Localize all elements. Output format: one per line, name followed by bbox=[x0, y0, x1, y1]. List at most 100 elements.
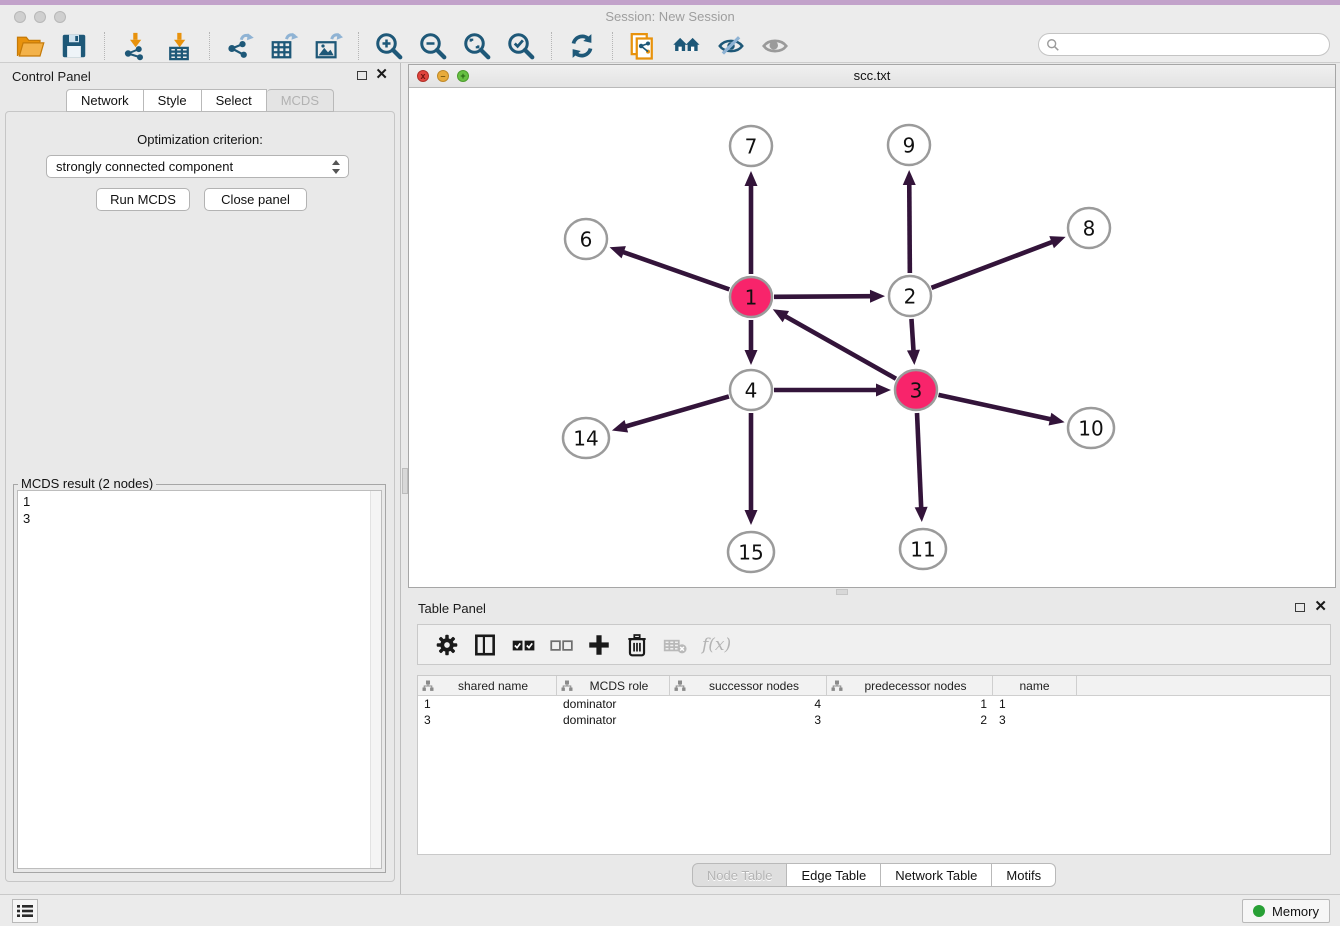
mcds-result-list[interactable]: 13 bbox=[17, 490, 382, 869]
close-table-panel-icon[interactable]: ✕ bbox=[1314, 599, 1327, 615]
hide-selected-icon[interactable] bbox=[716, 31, 746, 61]
node-8[interactable]: 8 bbox=[1068, 208, 1110, 248]
show-all-icon[interactable] bbox=[760, 31, 790, 61]
export-network-icon[interactable] bbox=[225, 31, 255, 61]
edge-2-9[interactable] bbox=[909, 182, 910, 273]
control-tab-style[interactable]: Style bbox=[144, 89, 202, 112]
duplicate-network-icon[interactable] bbox=[628, 31, 658, 61]
export-table-icon[interactable] bbox=[269, 31, 299, 61]
zoom-selected-icon[interactable] bbox=[506, 31, 536, 61]
table-cell[interactable]: 1 bbox=[418, 696, 557, 712]
float-table-panel-icon[interactable] bbox=[1295, 603, 1305, 612]
unselect-all-icon[interactable] bbox=[548, 632, 574, 658]
control-tab-select[interactable]: Select bbox=[202, 89, 267, 112]
table-cell[interactable]: 1 bbox=[827, 696, 993, 712]
fit-content-icon[interactable] bbox=[462, 31, 492, 61]
zoom-out-icon[interactable] bbox=[418, 31, 448, 61]
run-mcds-button[interactable]: Run MCDS bbox=[96, 188, 190, 211]
network-close-button[interactable]: x bbox=[417, 70, 429, 82]
table-tab-motifs[interactable]: Motifs bbox=[992, 863, 1056, 887]
table-cell[interactable]: dominator bbox=[557, 696, 670, 712]
optimization-criterion-label: Optimization criterion: bbox=[6, 132, 394, 147]
edge-3-1[interactable] bbox=[783, 315, 896, 379]
network-minimize-button[interactable]: – bbox=[437, 70, 449, 82]
delete-column-trash-icon[interactable] bbox=[624, 632, 650, 658]
table-cell[interactable]: dominator bbox=[557, 712, 670, 728]
table-cell[interactable]: 3 bbox=[418, 712, 557, 728]
network-window-titlebar[interactable]: x – + scc.txt bbox=[409, 65, 1335, 88]
edge-1-6[interactable] bbox=[621, 251, 729, 289]
minimize-window-button[interactable] bbox=[34, 11, 46, 23]
node-2[interactable]: 2 bbox=[889, 276, 931, 316]
node-6[interactable]: 6 bbox=[565, 219, 607, 259]
control-tab-mcds[interactable]: MCDS bbox=[267, 89, 334, 112]
edge-2-3[interactable] bbox=[911, 319, 913, 353]
column-header-MCDS-role[interactable]: MCDS role bbox=[557, 676, 670, 695]
criterion-dropdown[interactable]: strongly connected component bbox=[46, 155, 349, 178]
edge-2-8[interactable] bbox=[932, 241, 1055, 288]
node-15[interactable]: 15 bbox=[728, 532, 774, 572]
node-14[interactable]: 14 bbox=[563, 418, 609, 458]
column-header-name[interactable]: name bbox=[993, 676, 1077, 695]
control-tab-network[interactable]: Network bbox=[66, 89, 144, 112]
table-tab-network-table[interactable]: Network Table bbox=[881, 863, 992, 887]
function-builder-icon[interactable]: f(x) bbox=[702, 635, 731, 655]
import-table-icon[interactable] bbox=[164, 31, 194, 61]
column-header-successor-nodes[interactable]: successor nodes bbox=[670, 676, 827, 695]
table-tab-edge-table[interactable]: Edge Table bbox=[787, 863, 881, 887]
mcds-result-lines: 13 bbox=[23, 493, 376, 527]
node-10[interactable]: 10 bbox=[1068, 408, 1114, 448]
table-cell[interactable]: 2 bbox=[827, 712, 993, 728]
horizontal-splitter-grip[interactable] bbox=[836, 589, 848, 595]
close-panel-button[interactable]: Close panel bbox=[204, 188, 307, 211]
refresh-icon[interactable] bbox=[567, 31, 597, 61]
node-7[interactable]: 7 bbox=[730, 126, 772, 166]
import-network-icon[interactable] bbox=[120, 31, 150, 61]
export-image-icon[interactable] bbox=[313, 31, 343, 61]
edge-3-11[interactable] bbox=[917, 413, 921, 510]
select-all-icon[interactable] bbox=[510, 632, 536, 658]
network-maximize-button[interactable]: + bbox=[457, 70, 469, 82]
node-9[interactable]: 9 bbox=[888, 125, 930, 165]
maximize-window-button[interactable] bbox=[54, 11, 66, 23]
table-row[interactable]: 1dominator411 bbox=[418, 696, 1330, 712]
column-header-predecessor-nodes[interactable]: predecessor nodes bbox=[827, 676, 993, 695]
table-settings-gear-icon[interactable] bbox=[434, 632, 460, 658]
open-session-icon[interactable] bbox=[15, 31, 45, 61]
table-cell[interactable]: 3 bbox=[993, 712, 1077, 728]
column-panel-icon[interactable] bbox=[472, 632, 498, 658]
node-4[interactable]: 4 bbox=[730, 370, 772, 410]
delete-table-icon[interactable] bbox=[662, 632, 688, 658]
task-history-button[interactable] bbox=[12, 899, 38, 923]
node-3[interactable]: 3 bbox=[895, 370, 937, 410]
memory-button[interactable]: Memory bbox=[1242, 899, 1330, 923]
search-input[interactable] bbox=[1060, 36, 1329, 54]
table-cell[interactable]: 4 bbox=[670, 696, 827, 712]
first-neighbors-icon[interactable] bbox=[672, 31, 702, 61]
node-1[interactable]: 1 bbox=[730, 277, 772, 317]
edge-1-2[interactable] bbox=[774, 296, 873, 297]
search-field[interactable] bbox=[1038, 33, 1330, 56]
node-table[interactable]: shared nameMCDS rolesuccessor nodesprede… bbox=[417, 675, 1331, 855]
table-tab-node-table[interactable]: Node Table bbox=[692, 863, 788, 887]
add-column-icon[interactable] bbox=[586, 632, 612, 658]
column-header-shared-name[interactable]: shared name bbox=[418, 676, 557, 695]
edge-arrowhead bbox=[915, 507, 928, 522]
close-panel-icon[interactable]: ✕ bbox=[375, 67, 388, 83]
zoom-in-icon[interactable] bbox=[374, 31, 404, 61]
table-cell[interactable]: 3 bbox=[670, 712, 827, 728]
node-11[interactable]: 11 bbox=[900, 529, 946, 569]
network-canvas[interactable]: 1 2 3 4 6 7 8 9 10 11 14 15 bbox=[409, 88, 1335, 587]
network-graph[interactable]: 1 2 3 4 6 7 8 9 10 11 14 15 bbox=[409, 88, 1335, 587]
result-scrollbar[interactable] bbox=[370, 491, 381, 868]
float-panel-icon[interactable] bbox=[357, 71, 367, 80]
table-cell[interactable]: 1 bbox=[993, 696, 1077, 712]
control-panel-tabs: NetworkStyleSelectMCDS bbox=[0, 89, 400, 112]
edge-3-10[interactable] bbox=[938, 395, 1052, 420]
save-session-icon[interactable] bbox=[59, 31, 89, 61]
vertical-splitter[interactable] bbox=[400, 63, 408, 894]
close-window-button[interactable] bbox=[14, 11, 26, 23]
table-row[interactable]: 3dominator323 bbox=[418, 712, 1330, 728]
edge-4-14[interactable] bbox=[623, 396, 728, 427]
toolbar-separator bbox=[104, 32, 105, 60]
